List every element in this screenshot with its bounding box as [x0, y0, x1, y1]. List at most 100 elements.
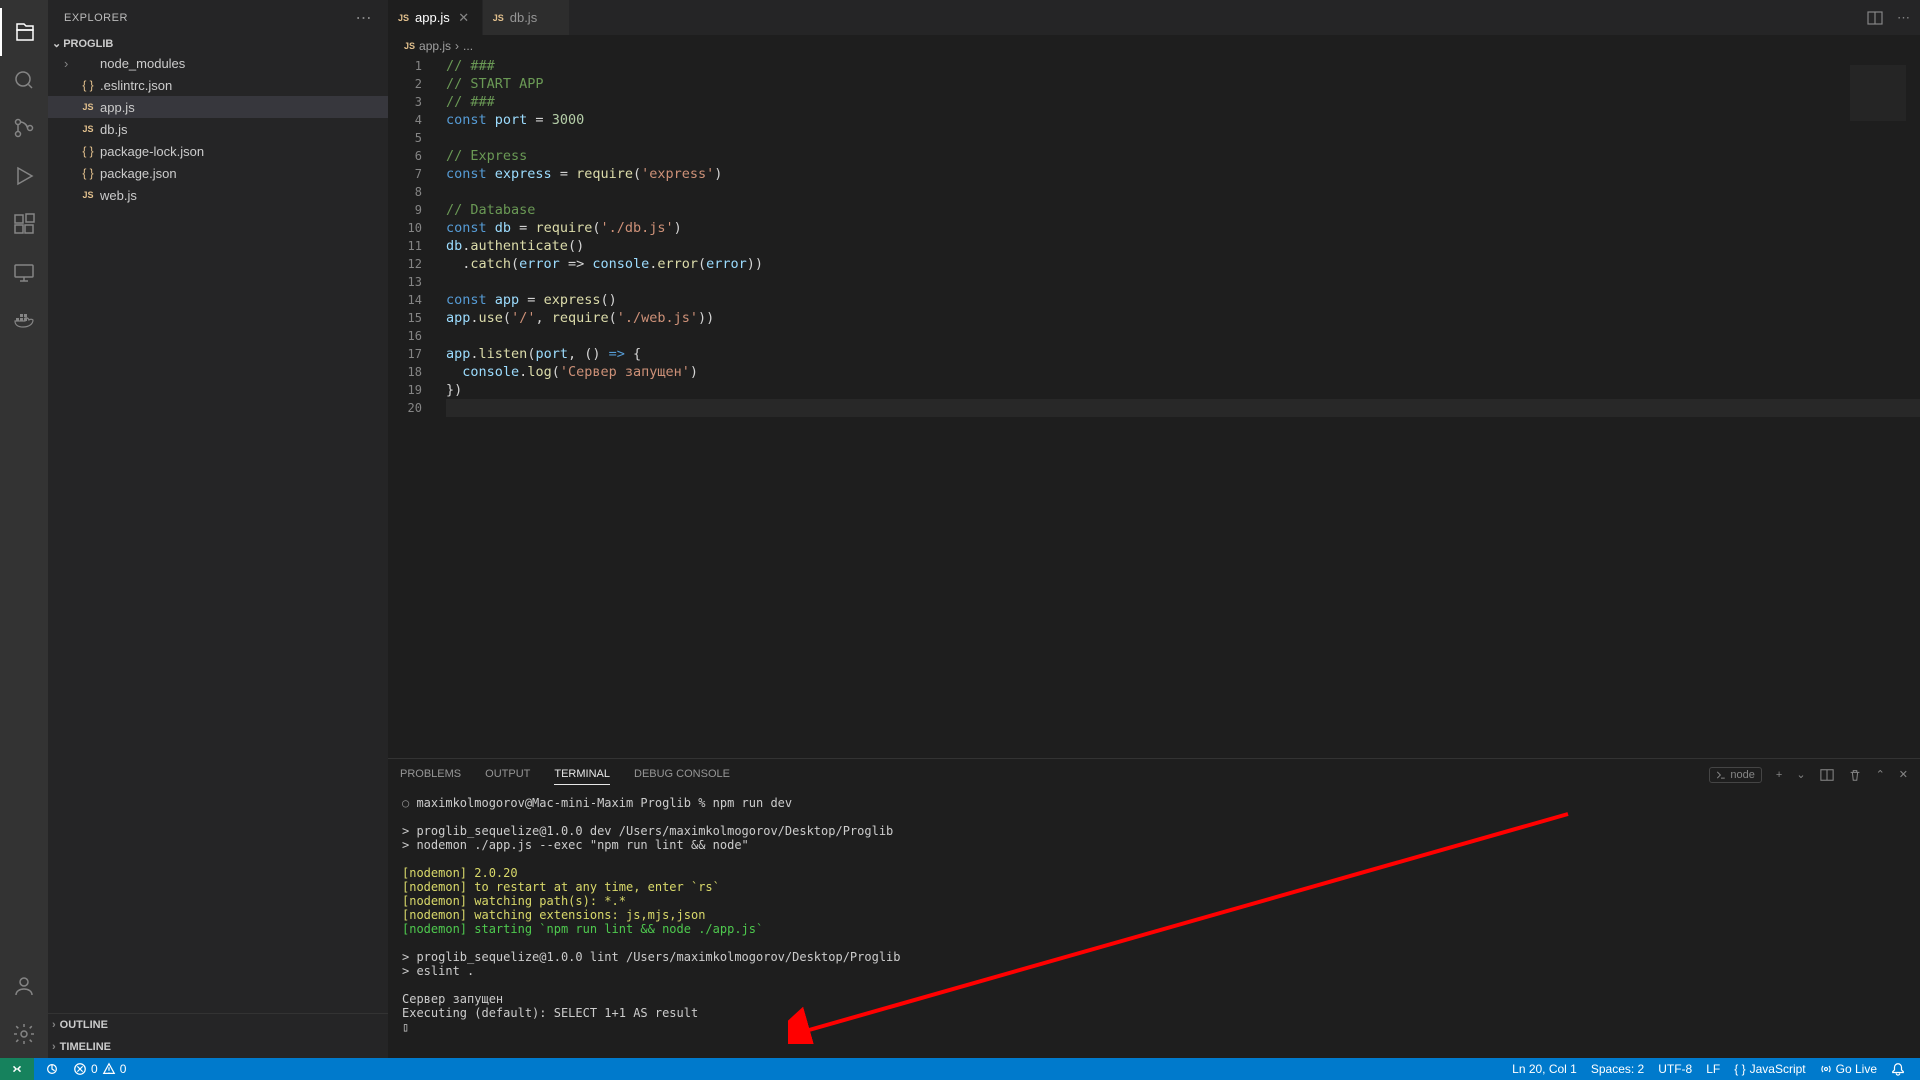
- tree-item-package-json[interactable]: { }package.json: [48, 162, 388, 184]
- terminal-line: Executing (default): SELECT 1+1 AS resul…: [402, 1006, 1906, 1020]
- tabs-actions: ⋯: [1867, 0, 1920, 35]
- encoding-status[interactable]: UTF-8: [1651, 1062, 1699, 1076]
- terminal-line: > eslint .: [402, 964, 1906, 978]
- terminal-line: [nodemon] 2.0.20: [402, 866, 1906, 880]
- tree-item-node_modules[interactable]: › node_modules: [48, 52, 388, 74]
- js-file-icon: JS: [404, 41, 415, 51]
- terminal-line: [nodemon] to restart at any time, enter …: [402, 880, 1906, 894]
- panel-tab-output[interactable]: OUTPUT: [485, 764, 530, 785]
- folder-root[interactable]: ⌄ PROGLIB: [48, 35, 388, 52]
- warning-count: 0: [120, 1062, 127, 1076]
- file-label: node_modules: [100, 56, 185, 71]
- terminal-line: [402, 810, 1906, 824]
- kill-terminal-icon[interactable]: [1848, 768, 1862, 782]
- file-label: .eslintrc.json: [100, 78, 172, 93]
- bottom-panel: PROBLEMS OUTPUT TERMINAL DEBUG CONSOLE node…: [388, 758, 1920, 1058]
- js-file-icon: JS: [78, 102, 98, 112]
- run-debug-icon[interactable]: [0, 152, 48, 200]
- split-terminal-icon[interactable]: [1820, 768, 1834, 782]
- editor-tab-db-js[interactable]: JSdb.js: [483, 0, 570, 35]
- indentation-status[interactable]: Spaces: 2: [1584, 1062, 1651, 1076]
- terminal-line: > proglib_sequelize@1.0.0 lint /Users/ma…: [402, 950, 1906, 964]
- panel-tab-debug-console[interactable]: DEBUG CONSOLE: [634, 764, 730, 785]
- more-actions-icon[interactable]: ⋯: [1897, 10, 1910, 26]
- json-file-icon: { }: [78, 166, 98, 180]
- tree-item-app-js[interactable]: JSapp.js: [48, 96, 388, 118]
- terminal-shell-selector[interactable]: node: [1709, 767, 1761, 783]
- terminal-output[interactable]: ○ maximkolmogorov@Mac-mini-Maxim Proglib…: [388, 790, 1920, 1058]
- terminal-dropdown-icon[interactable]: ⌄: [1796, 768, 1805, 781]
- terminal-line: [402, 936, 1906, 950]
- json-file-icon: { }: [78, 144, 98, 158]
- timeline-section[interactable]: › TIMELINE: [48, 1036, 388, 1058]
- maximize-panel-icon[interactable]: ⌃: [1876, 768, 1885, 781]
- outline-section[interactable]: ›OUTLINE: [48, 1014, 388, 1036]
- file-label: package.json: [100, 166, 177, 181]
- tree-item-web-js[interactable]: JSweb.js: [48, 184, 388, 206]
- chevron-right-icon: ›: [52, 1019, 56, 1031]
- shell-name: node: [1730, 769, 1754, 781]
- source-control-icon[interactable]: [0, 104, 48, 152]
- new-terminal-icon[interactable]: +: [1776, 769, 1782, 781]
- settings-gear-icon[interactable]: [0, 1010, 48, 1058]
- breadcrumb-separator: ›: [455, 39, 459, 53]
- chevron-right-icon: ›: [64, 56, 76, 71]
- docker-icon[interactable]: [0, 296, 48, 344]
- file-label: db.js: [100, 122, 127, 137]
- terminal-line: > nodemon ./app.js --exec "npm run lint …: [402, 838, 1906, 852]
- activity-bar: [0, 0, 48, 1058]
- tab-label: db.js: [510, 10, 537, 25]
- explorer-icon[interactable]: [0, 8, 48, 56]
- tab-label: app.js: [415, 10, 450, 25]
- close-tab-icon[interactable]: ✕: [456, 10, 472, 26]
- split-editor-icon[interactable]: [1867, 10, 1883, 26]
- explorer-sidebar: EXPLORER ⋯ ⌄ PROGLIB ›node_modules{ }.es…: [48, 0, 388, 1058]
- terminal-line: [nodemon] watching path(s): *.*: [402, 894, 1906, 908]
- sidebar-bottom: ›OUTLINE › TIMELINE: [48, 1013, 388, 1058]
- chevron-right-icon: ›: [52, 1041, 56, 1053]
- timeline-label: TIMELINE: [60, 1041, 111, 1053]
- panel-tab-problems[interactable]: PROBLEMS: [400, 764, 461, 785]
- breadcrumb-file: app.js: [419, 39, 451, 53]
- accounts-icon[interactable]: [0, 962, 48, 1010]
- panel-tab-terminal[interactable]: TERMINAL: [554, 764, 610, 785]
- remote-explorer-icon[interactable]: [0, 248, 48, 296]
- code-editor[interactable]: 1234567891011121314151617181920 // ###//…: [388, 57, 1920, 758]
- search-icon[interactable]: [0, 56, 48, 104]
- language-mode[interactable]: { }JavaScript: [1727, 1062, 1812, 1076]
- editor-tab-app-js[interactable]: JS app.js ✕: [388, 0, 483, 35]
- root-folder-label: PROGLIB: [63, 38, 113, 50]
- sidebar-header: EXPLORER ⋯: [48, 0, 388, 35]
- problems-status[interactable]: 0 0: [66, 1062, 133, 1076]
- chevron-down-icon: ⌄: [52, 37, 61, 50]
- minimap[interactable]: [1850, 65, 1906, 121]
- json-file-icon: { }: [78, 78, 98, 92]
- line-gutter: 1234567891011121314151617181920: [388, 57, 440, 417]
- terminal-line: > proglib_sequelize@1.0.0 dev /Users/max…: [402, 824, 1906, 838]
- terminal-line: [402, 852, 1906, 866]
- breadcrumb[interactable]: JS app.js › ...: [388, 35, 1920, 57]
- file-tree: ›node_modules{ }.eslintrc.jsonJSapp.jsJS…: [48, 52, 388, 1013]
- tree-item-package-lock-json[interactable]: { }package-lock.json: [48, 140, 388, 162]
- terminal-line: [nodemon] starting `npm run lint && node…: [402, 922, 1906, 936]
- ports-icon[interactable]: [38, 1062, 66, 1076]
- tree-item--eslintrc-json[interactable]: { }.eslintrc.json: [48, 74, 388, 96]
- notifications-icon[interactable]: [1884, 1062, 1912, 1076]
- terminal-line: ○ maximkolmogorov@Mac-mini-Maxim Proglib…: [402, 796, 1906, 810]
- file-label: package-lock.json: [100, 144, 204, 159]
- remote-button[interactable]: [0, 1058, 34, 1080]
- panel-tabs: PROBLEMS OUTPUT TERMINAL DEBUG CONSOLE node…: [388, 759, 1920, 790]
- editor-main: JSapp.js✕JSdb.js ⋯ JS app.js › ... 12345…: [388, 0, 1920, 1058]
- close-panel-icon[interactable]: ✕: [1899, 768, 1908, 781]
- eol-status[interactable]: LF: [1699, 1062, 1727, 1076]
- js-file-icon: JS: [398, 13, 409, 23]
- cursor-position[interactable]: Ln 20, Col 1: [1505, 1062, 1584, 1076]
- js-file-icon: JS: [78, 190, 98, 200]
- go-live-button[interactable]: Go Live: [1813, 1062, 1884, 1076]
- tree-item-db-js[interactable]: JSdb.js: [48, 118, 388, 140]
- terminal-line: ▯: [402, 1020, 1906, 1034]
- extensions-icon[interactable]: [0, 200, 48, 248]
- editor-tabs: JS app.js ✕ JSdb.js ⋯: [388, 0, 1920, 35]
- terminal-line: [402, 978, 1906, 992]
- sidebar-more-icon[interactable]: ⋯: [356, 8, 373, 28]
